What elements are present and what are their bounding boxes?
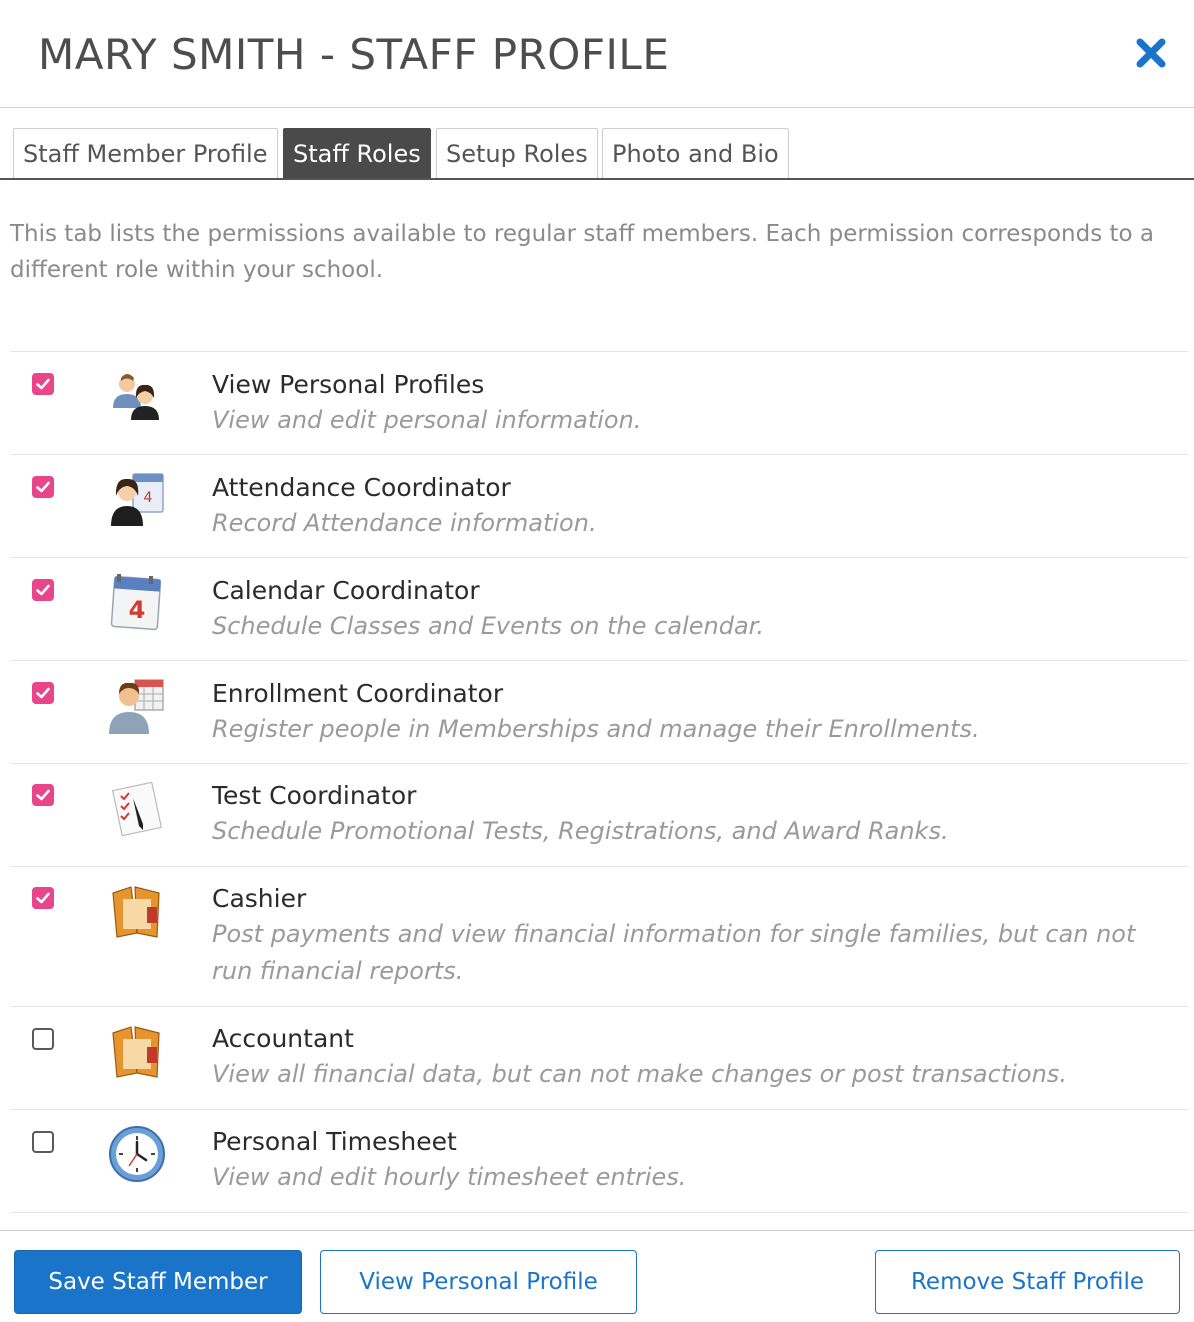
- intro-text: This tab lists the permissions available…: [10, 221, 1155, 283]
- role-description: View and edit personal information.: [212, 406, 642, 434]
- tab-staff-member-profile[interactable]: Staff Member Profile: [13, 128, 278, 178]
- wallet-icon: [107, 881, 167, 941]
- role-title: Attendance Coordinator: [212, 473, 511, 502]
- tab-staff-roles[interactable]: Staff Roles: [283, 128, 431, 178]
- role-description: Post payments and view financial informa…: [212, 920, 1136, 985]
- role-checkbox[interactable]: [32, 887, 54, 909]
- dialog-header: MARY SMITH - STAFF PROFILE: [0, 0, 1194, 108]
- role-checkbox[interactable]: [32, 1131, 54, 1153]
- role-row: View Personal Profiles View and edit per…: [10, 352, 1188, 455]
- wallet-icon: [107, 1021, 167, 1081]
- role-list: View Personal Profiles View and edit per…: [10, 351, 1188, 1213]
- calendar-icon: 4: [107, 572, 167, 632]
- view-personal-profile-button[interactable]: View Personal Profile: [320, 1250, 637, 1314]
- role-checkbox[interactable]: [32, 1028, 54, 1050]
- role-title: Cashier: [212, 884, 307, 913]
- page-title: MARY SMITH - STAFF PROFILE: [38, 30, 670, 79]
- person-grid-icon: [107, 676, 167, 736]
- checklist-pen-icon: [107, 778, 167, 838]
- role-row: 4 Calendar Coordinator Schedule Classes …: [10, 558, 1188, 661]
- role-checkbox[interactable]: [32, 784, 54, 806]
- role-title: Enrollment Coordinator: [212, 679, 504, 708]
- role-row: Test Coordinator Schedule Promotional Te…: [10, 764, 1188, 867]
- role-checkbox[interactable]: [32, 579, 54, 601]
- role-title: Accountant: [212, 1024, 354, 1053]
- role-description: Schedule Promotional Tests, Registration…: [212, 817, 949, 845]
- role-checkbox[interactable]: [32, 373, 54, 395]
- dialog-footer: Save Staff Member View Personal Profile …: [0, 1230, 1194, 1322]
- close-icon[interactable]: [1134, 36, 1168, 70]
- role-row: Personal Timesheet View and edit hourly …: [10, 1110, 1188, 1213]
- save-staff-member-button[interactable]: Save Staff Member: [14, 1250, 302, 1314]
- people-profiles-icon: [107, 368, 167, 428]
- role-description: Record Attendance information.: [212, 509, 597, 537]
- role-checkbox[interactable]: [32, 682, 54, 704]
- tab-setup-roles[interactable]: Setup Roles: [436, 128, 598, 178]
- role-description: Register people in Memberships and manag…: [212, 715, 980, 743]
- remove-staff-profile-button[interactable]: Remove Staff Profile: [875, 1250, 1180, 1314]
- role-row: Cashier Post payments and view financial…: [10, 867, 1188, 1007]
- person-calendar-icon: 4: [107, 470, 167, 530]
- clock-icon: [107, 1124, 167, 1184]
- svg-text:4: 4: [129, 596, 146, 624]
- tab-bar: Staff Member Profile Staff Roles Setup R…: [0, 128, 1194, 180]
- role-row: 4 Attendance Coordinator Record Attendan…: [10, 455, 1188, 558]
- role-title: Calendar Coordinator: [212, 576, 480, 605]
- role-row: Accountant View all financial data, but …: [10, 1007, 1188, 1110]
- tab-photo-and-bio[interactable]: Photo and Bio: [602, 128, 789, 178]
- svg-text:4: 4: [144, 490, 153, 506]
- role-description: Schedule Classes and Events on the calen…: [212, 612, 764, 640]
- role-description: View all financial data, but can not mak…: [212, 1060, 1067, 1088]
- role-checkbox[interactable]: [32, 476, 54, 498]
- role-description: View and edit hourly timesheet entries.: [212, 1163, 687, 1191]
- role-title: View Personal Profiles: [212, 370, 485, 399]
- role-title: Personal Timesheet: [212, 1127, 457, 1156]
- role-title: Test Coordinator: [212, 781, 417, 810]
- role-row: Enrollment Coordinator Register people i…: [10, 661, 1188, 764]
